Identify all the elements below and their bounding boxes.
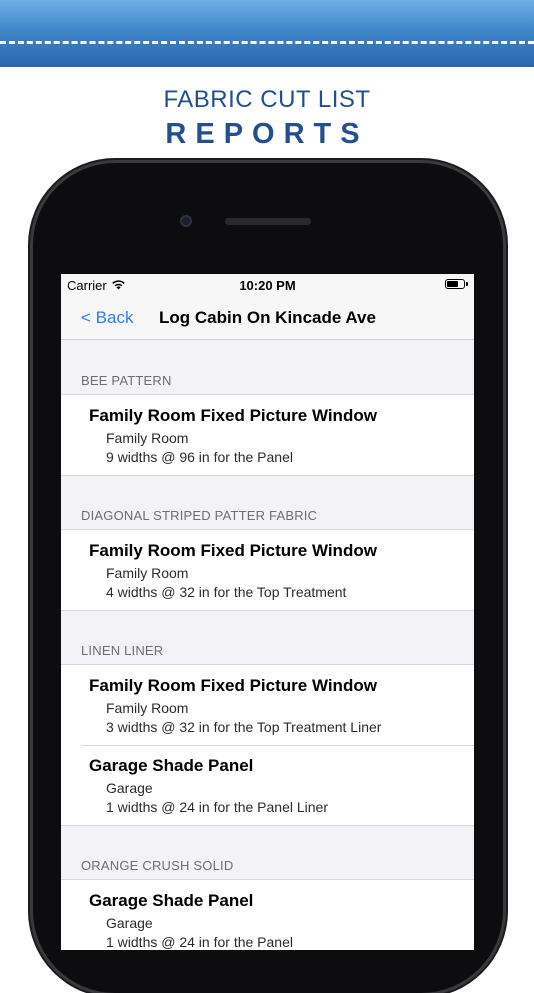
row-divider bbox=[81, 745, 474, 746]
item-title: Family Room Fixed Picture Window bbox=[89, 676, 377, 695]
navigation-bar: < Back Log Cabin On Kincade Ave bbox=[61, 298, 474, 340]
list-item[interactable]: Family Room Fixed Picture Window Family … bbox=[61, 530, 474, 610]
item-detail: 4 widths @ 32 in for the Top Treatment bbox=[106, 584, 347, 600]
status-bar: Carrier 10:20 PM bbox=[61, 274, 474, 298]
item-room: Family Room bbox=[106, 565, 189, 581]
earpiece-speaker bbox=[225, 218, 311, 225]
promo-title-line1: FABRIC CUT LIST bbox=[163, 86, 371, 113]
item-room: Family Room bbox=[106, 700, 189, 716]
item-title: Family Room Fixed Picture Window bbox=[89, 406, 377, 425]
list-item[interactable]: Family Room Fixed Picture Window Family … bbox=[61, 665, 474, 745]
top-banner bbox=[0, 0, 534, 67]
item-room: Garage bbox=[106, 780, 153, 796]
list-item[interactable]: Garage Shade Panel Garage 1 widths @ 24 … bbox=[61, 745, 474, 825]
item-detail: 9 widths @ 96 in for the Panel bbox=[106, 449, 293, 465]
battery-icon bbox=[445, 279, 465, 289]
item-detail: 3 widths @ 32 in for the Top Treatment L… bbox=[106, 719, 382, 735]
item-room: Garage bbox=[106, 915, 153, 931]
section-header: ORANGE CRUSH SOLID bbox=[61, 826, 474, 880]
stitch-line bbox=[0, 41, 534, 44]
phone-volume-up-button bbox=[28, 348, 32, 410]
status-time: 10:20 PM bbox=[239, 278, 296, 293]
battery-tip bbox=[466, 282, 468, 286]
section-body: Family Room Fixed Picture Window Family … bbox=[61, 665, 474, 826]
front-camera bbox=[180, 215, 192, 227]
cut-list: BEE PATTERN Family Room Fixed Picture Wi… bbox=[61, 340, 474, 950]
item-title: Garage Shade Panel bbox=[89, 891, 254, 910]
item-detail: 1 widths @ 24 in for the Panel Liner bbox=[106, 799, 329, 815]
list-item[interactable]: Family Room Fixed Picture Window Family … bbox=[61, 395, 474, 475]
phone-mute-switch bbox=[28, 278, 32, 310]
list-item[interactable]: Garage Shade Panel Garage 1 widths @ 24 … bbox=[61, 880, 474, 950]
item-title: Garage Shade Panel bbox=[89, 756, 254, 775]
item-title: Family Room Fixed Picture Window bbox=[89, 541, 377, 560]
section-body: Family Room Fixed Picture Window Family … bbox=[61, 530, 474, 611]
item-detail: 1 widths @ 24 in for the Panel bbox=[106, 934, 293, 950]
phone-volume-down-button bbox=[28, 425, 32, 487]
item-room: Family Room bbox=[106, 430, 189, 446]
section-body: Garage Shade Panel Garage 1 widths @ 24 … bbox=[61, 880, 474, 950]
page-title: Log Cabin On Kincade Ave bbox=[159, 308, 376, 327]
promo-title-line2: REPORTS bbox=[165, 118, 369, 150]
section-header: LINEN LINER bbox=[61, 611, 474, 665]
section-header: BEE PATTERN bbox=[61, 340, 474, 395]
section-header: DIAGONAL STRIPED PATTER FABRIC bbox=[61, 476, 474, 530]
phone-screen: Carrier 10:20 PM < Back Log Cabin On Kin… bbox=[61, 274, 474, 950]
section-body: Family Room Fixed Picture Window Family … bbox=[61, 395, 474, 476]
